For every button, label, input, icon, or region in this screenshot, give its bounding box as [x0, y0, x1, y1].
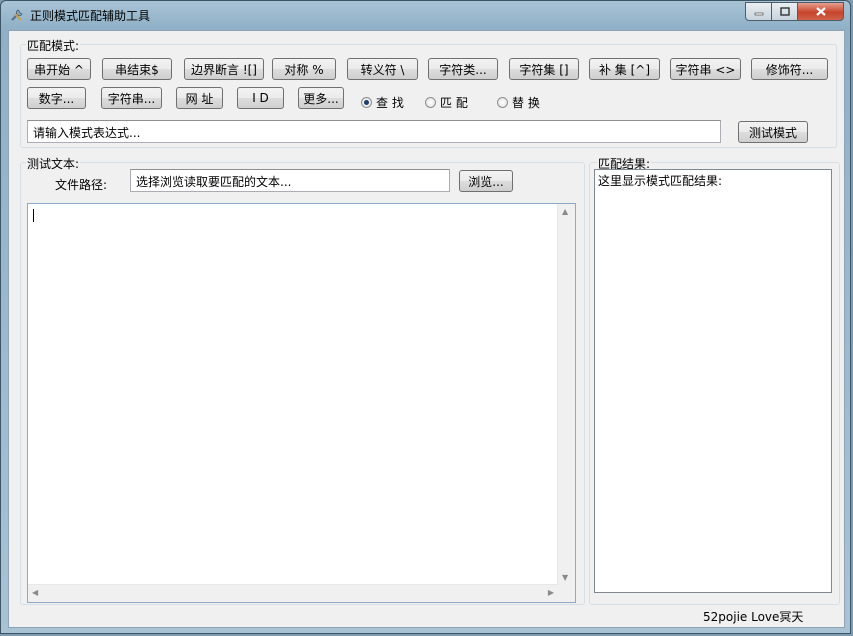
result-text: 这里显示模式匹配结果:	[598, 174, 723, 188]
pattern-group-label: 匹配模式:	[26, 37, 81, 54]
test-pattern-button[interactable]: 测试模式	[738, 121, 808, 143]
radio-match[interactable]: 匹 配	[425, 94, 468, 111]
radio-find-indicator	[361, 97, 372, 108]
digit-button[interactable]: 数字...	[27, 87, 86, 109]
scroll-left-icon[interactable]: ◀	[32, 588, 38, 597]
text-cursor	[33, 209, 34, 222]
symmetric-button[interactable]: 对称 %	[272, 58, 336, 80]
close-icon	[815, 7, 826, 16]
window-title: 正则模式匹配辅助工具	[30, 9, 151, 23]
maximize-icon	[779, 7, 790, 16]
radio-match-indicator	[425, 97, 436, 108]
radio-match-label: 匹 配	[440, 96, 468, 110]
modifier-button[interactable]: 修饰符...	[751, 58, 828, 80]
scroll-up-icon[interactable]: ▲	[562, 207, 568, 216]
string-start-button[interactable]: 串开始 ^	[27, 58, 91, 80]
horizontal-scrollbar[interactable]: ◀ ▶	[28, 584, 558, 602]
client-area: 匹配模式: 串开始 ^ 串结束$ 边界断言 ![] 对称 % 转义符 \ 字符类…	[8, 30, 845, 628]
tools-icon	[11, 9, 23, 21]
pattern-input[interactable]: 请输入模式表达式...	[27, 120, 721, 143]
browse-button[interactable]: 浏览...	[459, 170, 513, 192]
radio-find[interactable]: 查 找	[361, 94, 404, 111]
minimize-icon	[754, 12, 763, 15]
string-angle-button[interactable]: 字符串 <>	[670, 58, 741, 80]
close-button[interactable]	[798, 2, 844, 21]
main-window: 正则模式匹配辅助工具 匹配模式: 串开始 ^ 串结束$ 边界断言 ![] 对称 …	[0, 0, 851, 634]
url-button[interactable]: 网 址	[176, 87, 223, 109]
footer-credit: 52pojie Love冥天	[703, 610, 804, 624]
vertical-scrollbar[interactable]: ▲ ▼	[557, 204, 575, 585]
test-text-area[interactable]: ▲ ▼ ◀ ▶	[27, 203, 576, 603]
scroll-down-icon[interactable]: ▼	[562, 573, 568, 582]
char-set-button[interactable]: 字符集 []	[509, 58, 579, 80]
string-button[interactable]: 字符串...	[101, 87, 162, 109]
complement-set-button[interactable]: 补 集 [^]	[589, 58, 660, 80]
more-button[interactable]: 更多...	[298, 87, 344, 109]
radio-replace-indicator	[497, 97, 508, 108]
radio-replace[interactable]: 替 换	[497, 94, 540, 111]
boundary-assert-button[interactable]: 边界断言 ![]	[184, 58, 264, 80]
radio-replace-label: 替 换	[512, 96, 540, 110]
escape-button[interactable]: 转义符 \	[347, 58, 418, 80]
minimize-button[interactable]	[745, 2, 772, 21]
string-end-button[interactable]: 串结束$	[102, 58, 172, 80]
file-path-input[interactable]: 选择浏览读取要匹配的文本...	[130, 169, 450, 192]
test-text-group-label: 测试文本:	[26, 155, 81, 172]
result-box[interactable]: 这里显示模式匹配结果:	[594, 169, 832, 593]
id-button[interactable]: I D	[237, 87, 284, 109]
title-bar[interactable]: 正则模式匹配辅助工具	[1, 1, 850, 29]
char-class-button[interactable]: 字符类...	[428, 58, 498, 80]
file-path-label: 文件路径:	[55, 178, 108, 192]
scroll-right-icon[interactable]: ▶	[548, 588, 554, 597]
maximize-button[interactable]	[772, 2, 798, 21]
radio-find-label: 查 找	[376, 96, 404, 110]
scrollbar-corner	[558, 585, 575, 602]
